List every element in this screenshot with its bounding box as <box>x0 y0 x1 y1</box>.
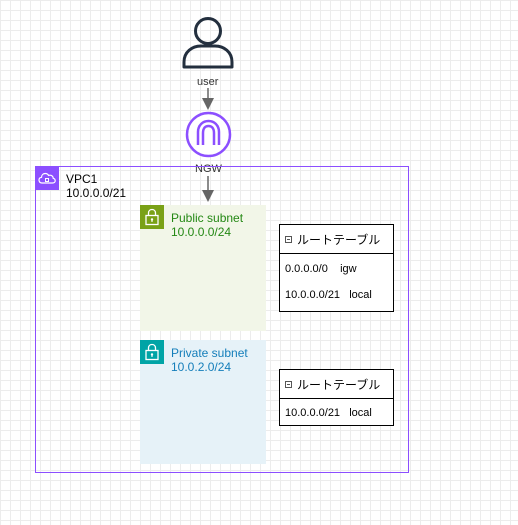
public-subnet-lock-icon <box>140 205 164 229</box>
private-subnet-cidr: 10.0.2.0/24 <box>171 360 232 374</box>
route-row: 10.0.0.0/21 local <box>280 407 393 419</box>
private-route-table-title: ルートテーブル <box>297 377 381 392</box>
vpc-cidr: 10.0.0.0/21 <box>66 186 127 200</box>
public-route-table[interactable]: ルートテーブル 0.0.0.0/0 igw 10.0.0.0/21 local <box>279 224 394 312</box>
route-destination: 0.0.0.0/0 <box>285 263 328 275</box>
nat-gateway-node[interactable] <box>185 111 232 158</box>
public-route-table-title: ルートテーブル <box>297 232 381 247</box>
private-route-table-header[interactable]: ルートテーブル <box>280 370 393 399</box>
public-subnet-name: Public subnet <box>171 211 244 225</box>
route-row: 0.0.0.0/0 igw <box>280 263 393 275</box>
vpc-title: VPC1 10.0.0.0/21 <box>66 172 126 200</box>
private-subnet-title: Private subnet 10.0.2.0/24 <box>171 346 248 374</box>
nat-gateway-icon <box>185 111 232 158</box>
user-node[interactable] <box>181 14 235 74</box>
private-subnet-name: Private subnet <box>171 346 248 360</box>
route-row: 10.0.0.0/21 local <box>280 289 393 301</box>
vpc-cloud-icon <box>35 166 59 190</box>
route-target: local <box>349 407 372 419</box>
route-destination: 10.0.0.0/21 <box>285 289 341 301</box>
private-subnet-lock-icon <box>140 340 164 364</box>
route-destination: 10.0.0.0/21 <box>285 407 341 419</box>
private-route-table[interactable]: ルートテーブル 10.0.0.0/21 local <box>279 369 394 426</box>
route-target: local <box>349 289 372 301</box>
route-target: igw <box>340 263 357 275</box>
user-label: user <box>197 76 219 88</box>
public-subnet-title: Public subnet 10.0.0.0/24 <box>171 211 243 239</box>
public-route-table-header[interactable]: ルートテーブル <box>280 225 393 254</box>
collapse-icon[interactable] <box>285 235 292 243</box>
public-subnet-cidr: 10.0.0.0/24 <box>171 225 232 239</box>
user-icon <box>182 17 234 69</box>
vpc-name: VPC1 <box>66 172 98 186</box>
collapse-icon[interactable] <box>285 380 292 388</box>
